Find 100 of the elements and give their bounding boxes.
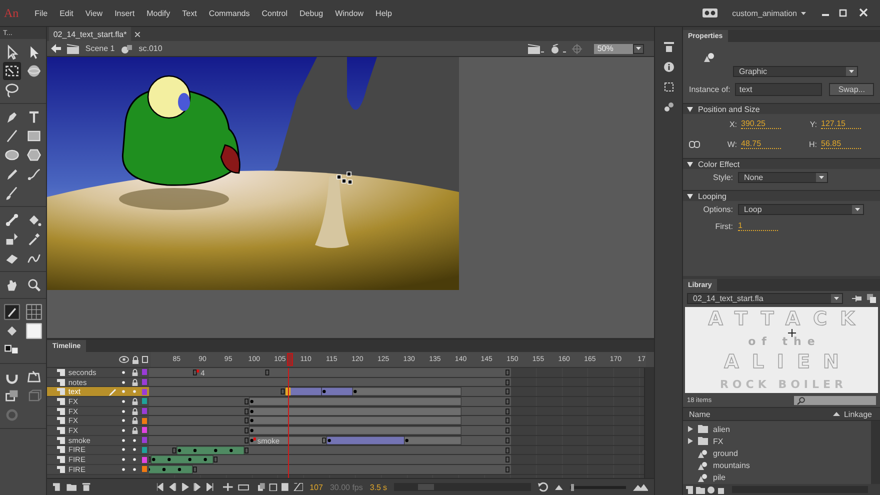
style-dropdown[interactable]: None [738,172,828,183]
current-frame[interactable]: 107 [310,482,323,492]
visible-dot-icon[interactable] [122,448,126,452]
library-scrollbar[interactable] [871,421,880,484]
menu-item[interactable]: Debug [294,6,330,20]
library-item[interactable]: FX [683,435,871,447]
menu-item[interactable]: Text [176,6,203,20]
lock-icon[interactable] [132,356,140,364]
visible-dot-icon[interactable] [122,428,126,432]
layer-color-swatch[interactable] [142,446,147,453]
horizontal-scrollbar[interactable] [394,483,532,491]
lock-icon[interactable] [132,408,138,415]
name-column-header[interactable]: Name [689,410,710,418]
lock-icon[interactable] [132,417,138,424]
onion-skin-icon[interactable] [258,483,303,491]
shape-tween-span[interactable] [176,446,244,454]
empty-keyframe[interactable] [280,388,284,395]
menu-item[interactable]: Edit [54,6,80,20]
back-arrow-icon[interactable] [51,44,62,53]
scene-link[interactable]: Scene 1 [85,44,115,53]
height-value[interactable]: 56.85 [821,139,861,149]
paintbrush-tool[interactable] [26,166,42,182]
vertical-scrollbar[interactable] [644,368,654,478]
bone-tool[interactable] [4,212,20,228]
sphere-tool[interactable] [26,63,42,79]
menu-item[interactable]: Modify [140,6,176,20]
search-field[interactable] [794,396,876,405]
lock-icon[interactable] [132,368,138,376]
info-icon[interactable] [664,62,674,72]
loop-options-dropdown[interactable]: Loop [738,204,864,215]
y-value[interactable]: 127.15 [821,119,861,129]
visible-dot-icon[interactable] [122,468,126,471]
stroke-swatch-tool[interactable] [4,304,20,320]
rotate-icon[interactable] [538,482,548,492]
small-mountain-icon[interactable] [554,484,563,490]
keyframe-dot[interactable] [353,390,356,394]
first-frame-value[interactable]: 1 [738,221,778,231]
keyframe-dot[interactable] [178,448,181,452]
layer-color-swatch[interactable] [142,369,147,376]
section-header[interactable]: Color Effect [683,158,880,169]
layer-color-swatch[interactable] [142,427,147,434]
layer-color-swatch[interactable] [142,398,147,404]
fill-swatch-tool[interactable] [26,323,42,339]
library-item[interactable]: pile [683,471,871,483]
new-library-icon[interactable] [867,294,876,303]
visible-dot-icon[interactable] [122,380,126,384]
unlocked-dot-icon[interactable] [133,468,136,471]
polygon-tool[interactable] [26,147,42,163]
outline-icon[interactable] [142,356,148,363]
transform-tool[interactable] [4,63,20,79]
library-item[interactable]: ground [683,447,871,459]
transform-icon[interactable] [664,82,674,92]
large-mountain-icon[interactable] [632,484,648,490]
section-header[interactable]: Position and Size [683,103,880,114]
layer-color-swatch[interactable] [142,418,147,424]
keyframe-dot[interactable] [322,390,326,394]
pin-icon[interactable] [852,295,862,302]
frames-tool[interactable] [26,369,42,385]
expand-arrow-icon[interactable] [688,438,693,444]
lock-icon[interactable] [132,398,138,405]
rectangle-tool[interactable] [26,128,42,144]
close-icon[interactable] [134,32,140,36]
visible-dot-icon[interactable] [122,419,126,422]
zoom-tool[interactable] [26,277,42,293]
linkage-column-header[interactable]: Linkage [844,410,872,418]
empty-keyframe[interactable] [172,447,176,453]
components-icon[interactable] [664,102,674,112]
unlocked-dot-icon[interactable] [133,458,136,462]
eyedropper-tool[interactable] [26,231,42,247]
visible-dot-icon[interactable] [122,400,126,403]
empty-keyframe[interactable] [192,466,196,472]
lock-icon[interactable] [132,378,138,386]
shape-tween-span[interactable] [150,455,213,464]
keyframe-dot[interactable] [152,458,155,462]
layers-tool[interactable] [4,388,20,404]
library-item[interactable]: alien [683,423,871,435]
keyframe-dot[interactable] [167,458,170,462]
layer-color-swatch[interactable] [142,388,147,395]
align-icon[interactable] [664,42,674,52]
motion-tween-span[interactable] [326,436,404,445]
x-value[interactable]: 390.25 [741,119,781,129]
layer-color-swatch[interactable] [142,437,147,444]
keyframe-dot[interactable] [250,429,254,432]
eye-icon[interactable] [119,356,130,363]
menu-item[interactable]: Insert [108,6,141,20]
document-tab[interactable]: 02_14_text_start.fla* [49,27,131,41]
menu-item[interactable]: Window [329,6,370,20]
slider-thumb[interactable] [571,484,574,490]
menu-item[interactable]: Control [256,6,294,20]
workspace-dropdown[interactable]: custom_animation [732,8,806,18]
instance-field[interactable]: text [735,83,822,96]
keyframe-dot[interactable] [214,448,217,452]
menu-item[interactable]: Commands [202,6,256,20]
keyframe-dot[interactable] [250,438,254,442]
unlocked-dot-icon[interactable] [133,448,136,452]
lasso-tool[interactable] [4,82,20,98]
visible-dot-icon[interactable] [122,370,126,374]
layer-color-swatch[interactable] [142,408,147,414]
loop-controls-icon[interactable] [223,483,251,491]
keyframe-dot[interactable] [404,438,408,442]
